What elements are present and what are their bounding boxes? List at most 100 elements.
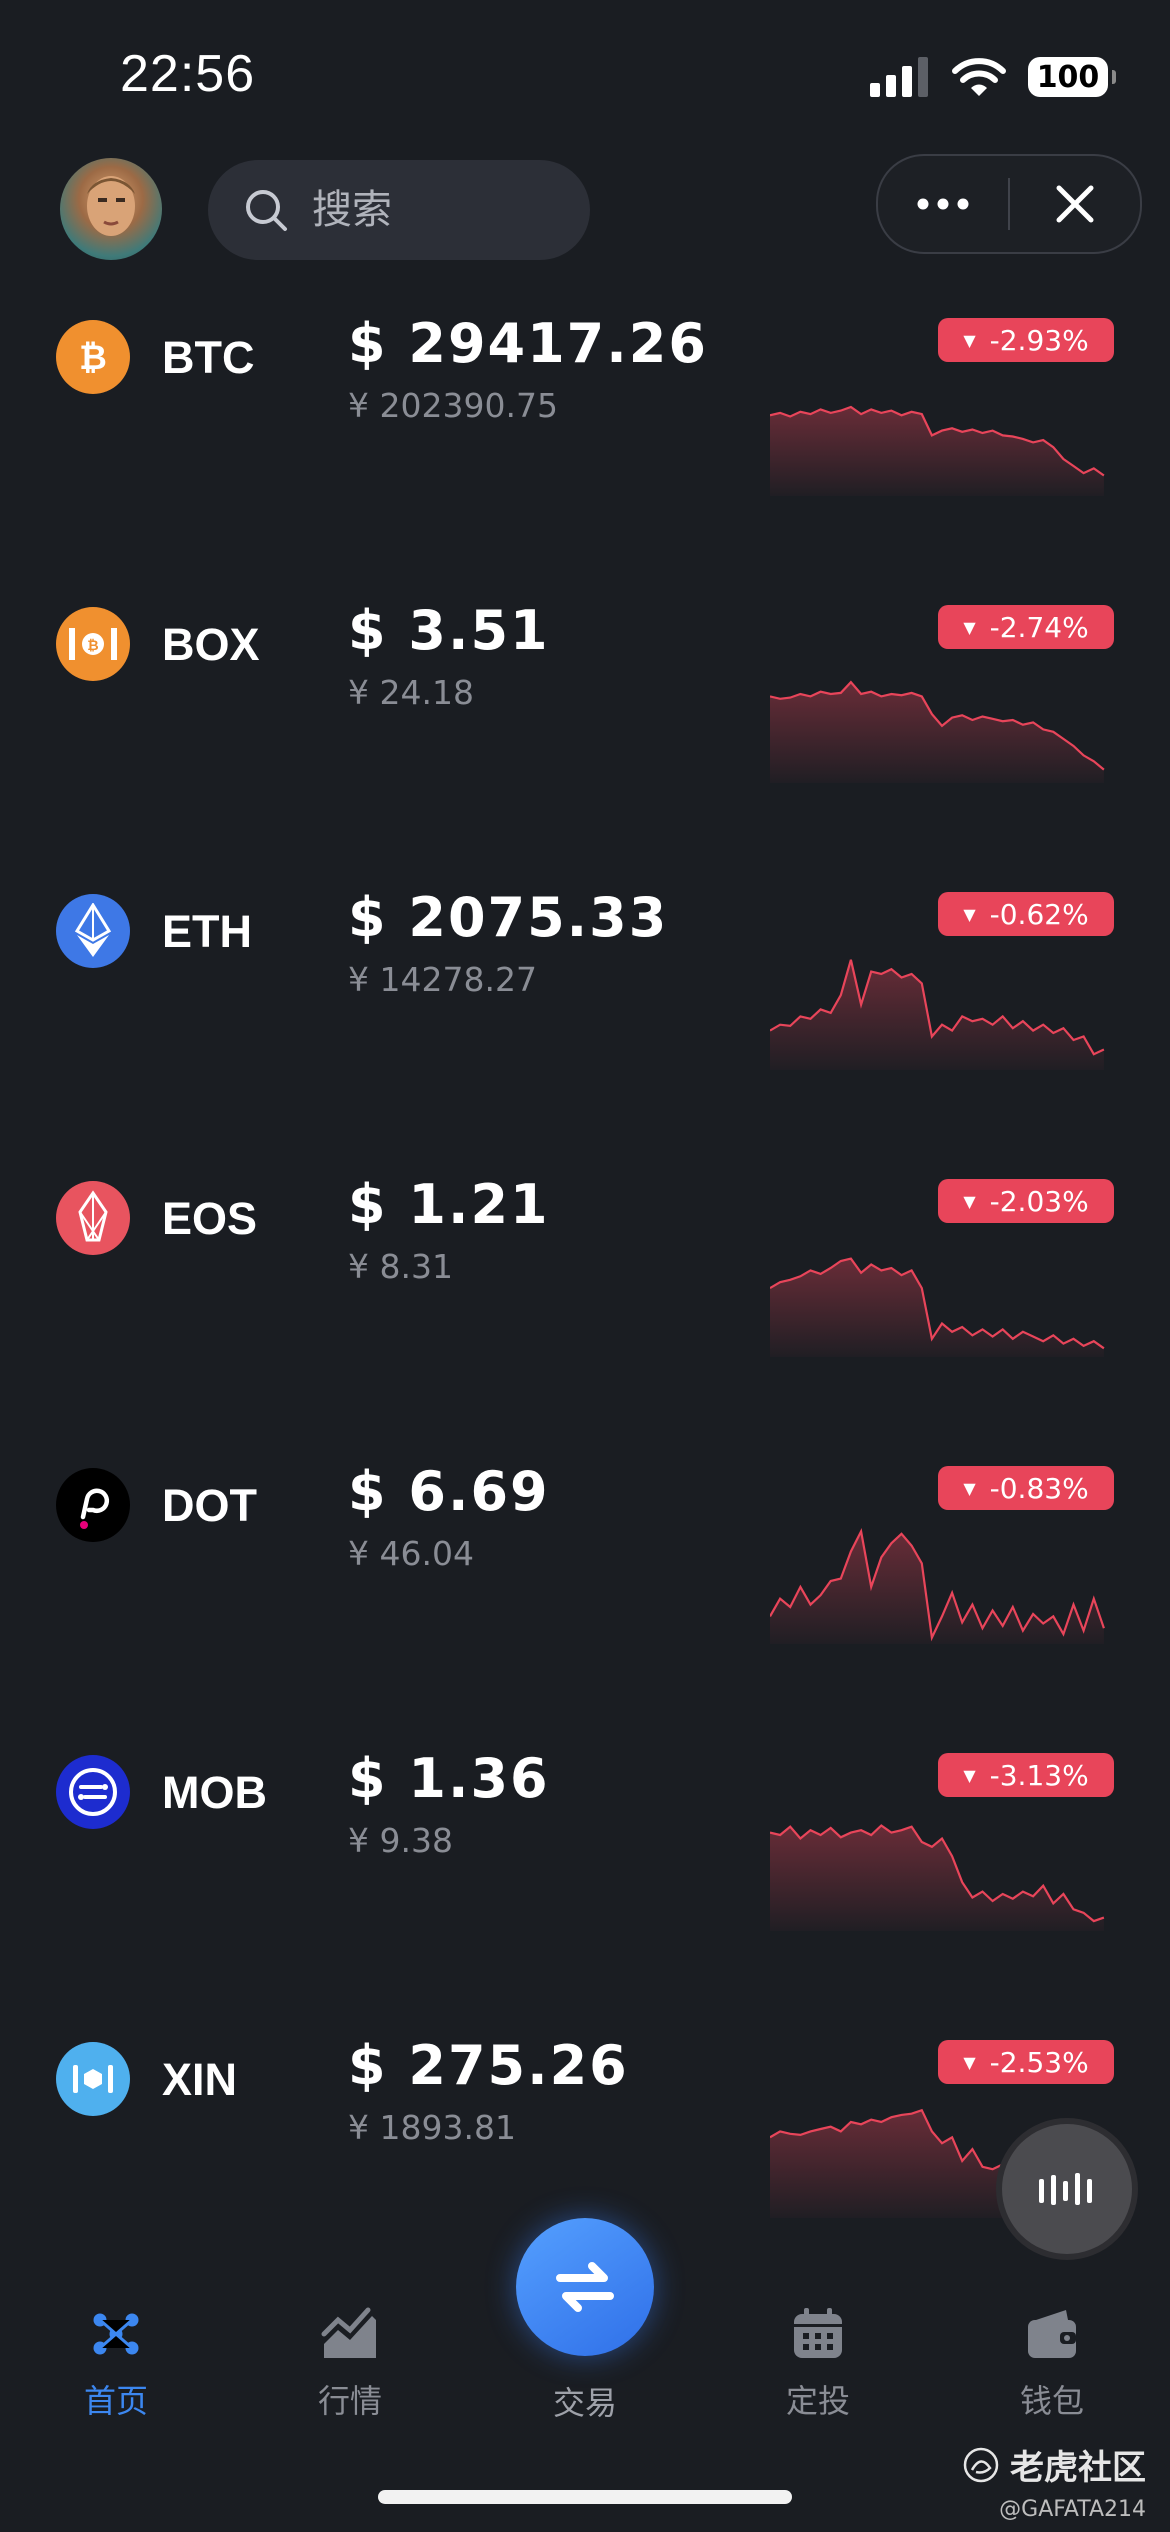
mobilecoin-icon (56, 1755, 130, 1829)
coin-row-eos[interactable]: EOS $ 1.21 ¥ 8.31 ▼ -2.03% (0, 1173, 1170, 1467)
search-bar[interactable] (208, 160, 590, 260)
price-sparkline (770, 405, 1105, 496)
avatar[interactable] (60, 158, 162, 260)
wifi-icon (952, 58, 1006, 96)
down-triangle-icon: ▼ (963, 2052, 976, 2072)
down-triangle-icon: ▼ (963, 1191, 976, 1211)
change-badge: ▼ -0.62% (938, 892, 1114, 936)
tab-market[interactable]: 行情 (270, 2304, 430, 2422)
sparkline-area (770, 959, 1104, 1070)
coin-row-dot[interactable]: DOT $ 6.69 ¥ 46.04 ▼ -0.83% (0, 1460, 1170, 1754)
coin-price-usd: $ 1.21 (348, 1173, 550, 1236)
ethereum-icon (56, 894, 130, 968)
battery-indicator: 100 (1028, 57, 1116, 97)
home-indicator (378, 2490, 792, 2504)
close-icon (1056, 185, 1094, 223)
tab-auto-invest[interactable]: 定投 (738, 2304, 898, 2422)
coin-price-usd: $ 6.69 (348, 1460, 550, 1523)
sparkline-area (770, 407, 1104, 496)
coin-price-cny: ¥ 202390.75 (348, 386, 558, 425)
coin-price-usd: $ 275.26 (348, 2034, 629, 2097)
tab-label: 首页 (83, 2382, 148, 2420)
tab-label: 行情 (317, 2382, 382, 2420)
change-percent: -2.53% (989, 2045, 1089, 2079)
coin-price-cny: ¥ 1893.81 (348, 2108, 516, 2147)
miniapp-capsule (876, 154, 1142, 254)
down-triangle-icon: ▼ (963, 1478, 976, 1498)
coin-symbol: DOT (162, 1480, 257, 1531)
price-sparkline (770, 1257, 1105, 1357)
change-percent: -2.74% (989, 610, 1089, 644)
calendar-icon (794, 2308, 842, 2358)
home-dots-icon (93, 2313, 139, 2355)
down-triangle-icon: ▼ (963, 617, 976, 637)
change-percent: -0.83% (989, 1471, 1089, 1505)
coin-price-cny: ¥ 9.38 (348, 1821, 453, 1860)
down-triangle-icon: ▼ (963, 330, 976, 350)
change-badge: ▼ -0.83% (938, 1466, 1114, 1510)
tiger-community-logo-icon (963, 2447, 999, 2482)
tab-trade-label: 交易 (552, 2384, 617, 2422)
svg-text:₿: ₿ (79, 338, 107, 378)
change-badge: ▼ -3.13% (938, 1753, 1114, 1797)
down-triangle-icon: ▼ (963, 1765, 976, 1785)
change-badge: ▼ -2.03% (938, 1179, 1114, 1223)
change-percent: -3.13% (989, 1758, 1089, 1792)
tab-home[interactable]: 首页 (36, 2304, 196, 2422)
tab-wallet[interactable]: 钱包 (972, 2304, 1132, 2422)
coin-symbol: EOS (162, 1193, 258, 1244)
price-sparkline (770, 680, 1105, 783)
coin-row-box[interactable]: ₿ BOX $ 3.51 ¥ 24.18 ▼ -2.74% (0, 599, 1170, 893)
eos-icon (56, 1181, 130, 1255)
coin-symbol: BOX (162, 619, 260, 670)
status-indicators: 100 (870, 52, 1116, 102)
coin-row-btc[interactable]: ₿ BTC $ 29417.26 ¥ 202390.75 ▼ -2.93% (0, 312, 1170, 606)
more-button[interactable] (878, 156, 1008, 252)
search-input[interactable] (310, 186, 554, 234)
chart-trend-icon (321, 2307, 376, 2358)
search-icon (246, 190, 287, 231)
price-sparkline (770, 959, 1105, 1070)
tab-label: 钱包 (1019, 2382, 1084, 2420)
mixin-icon (56, 2042, 130, 2116)
price-sparkline (770, 1527, 1105, 1644)
bitcoin-icon: ₿ (56, 320, 130, 394)
change-badge: ▼ -2.93% (938, 318, 1114, 362)
floating-voice-button[interactable] (996, 2118, 1138, 2260)
swap-icon (556, 2262, 614, 2312)
avatar-portrait-icon (87, 176, 135, 236)
coin-price-cny: ¥ 46.04 (348, 1534, 474, 1573)
coin-symbol: XIN (162, 2054, 238, 2105)
coin-symbol: MOB (162, 1767, 267, 1818)
change-badge: ▼ -2.74% (938, 605, 1114, 649)
coin-price-cny: ¥ 8.31 (348, 1247, 453, 1286)
coin-row-mob[interactable]: MOB $ 1.36 ¥ 9.38 ▼ -3.13% (0, 1747, 1170, 2041)
coin-symbol: ETH (162, 906, 252, 957)
price-sparkline (770, 1824, 1105, 1931)
coin-price-cny: ¥ 24.18 (348, 673, 474, 712)
more-dots-icon (917, 198, 969, 210)
coin-row-eth[interactable]: ETH $ 2075.33 ¥ 14278.27 ▼ -0.62% (0, 886, 1170, 1180)
change-percent: -2.03% (989, 1184, 1089, 1218)
coin-price-usd: $ 1.36 (348, 1747, 550, 1810)
watermark-title: 老虎社区 (1010, 2448, 1146, 2488)
svg-text:₿: ₿ (87, 638, 98, 654)
close-button[interactable] (1010, 156, 1140, 252)
box-icon: ₿ (56, 607, 130, 681)
tab-label: 定投 (785, 2382, 850, 2420)
watermark: 老虎社区 @GAFATA214 (962, 2440, 1146, 2522)
coin-price-cny: ¥ 14278.27 (348, 960, 537, 999)
change-badge: ▼ -2.53% (938, 2040, 1114, 2084)
cellular-signal-icon (870, 57, 928, 97)
polkadot-icon (56, 1468, 130, 1542)
watermark-handle: @GAFATA214 (999, 2497, 1146, 2522)
coin-price-usd: $ 2075.33 (348, 886, 669, 949)
change-percent: -0.62% (989, 897, 1089, 931)
change-percent: -2.93% (989, 323, 1089, 357)
down-triangle-icon: ▼ (963, 904, 976, 924)
wallet-icon (1028, 2310, 1076, 2358)
coin-price-usd: $ 29417.26 (348, 312, 708, 375)
audio-bars-icon (1039, 2173, 1092, 2205)
tab-trade-button[interactable] (516, 2218, 654, 2356)
coin-price-usd: $ 3.51 (348, 599, 550, 662)
